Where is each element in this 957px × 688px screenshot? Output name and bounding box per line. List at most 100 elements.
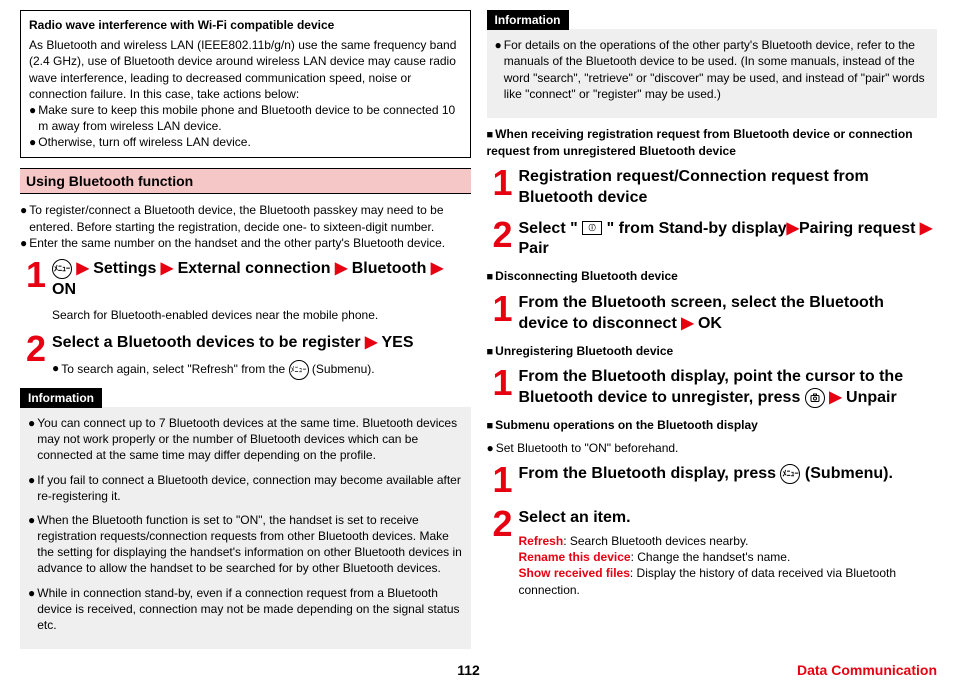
square-icon: ■ [487,271,494,283]
right-step-3-b: OK [698,315,722,332]
step-2-heading: Select a Bluetooth devices to be registe… [52,333,471,354]
square-icon: ■ [487,420,494,432]
menu-icon: ﾒﾆｭｰ [289,360,309,380]
right-step-1-heading: Registration request/Connection request … [519,167,938,209]
step-1-part-d: ON [52,281,76,298]
bullet-dot-icon: ● [487,440,494,456]
step-1-part-b: External connection [178,260,331,277]
subheading-disconnecting: ■Disconnecting Bluetooth device [487,268,938,285]
arrow-icon: ▶ [920,220,932,237]
step-number-2: 2 [487,217,519,261]
right-step-3: 1 From the Bluetooth screen, select the … [487,291,938,335]
bullet-dot-icon: ● [20,202,27,234]
bullet-dot-icon: ● [28,472,35,504]
info-item-3-text: When the Bluetooth function is set to "O… [37,512,462,577]
subheading-unregistering: ■Unregistering Bluetooth device [487,343,938,360]
info-item-1: ● You can connect up to 7 Bluetooth devi… [28,415,463,464]
right-step-6-heading: Select an item. [519,508,938,529]
option-show-files-label: Show received files [519,566,630,580]
right-step-5-heading: From the Bluetooth display, press ﾒﾆｭｰ (… [519,464,938,485]
info-item-3: ● When the Bluetooth function is set to … [28,512,463,577]
information-tab: Information [20,388,102,408]
info-item-2: ● If you fail to connect a Bluetooth dev… [28,472,463,504]
bullet-dot-icon: ● [28,585,35,634]
subheading-1-text: When receiving registration request from… [487,127,913,158]
warning-bullet-1: ● Make sure to keep this mobile phone an… [29,102,462,134]
bullet-dot-icon: ● [495,37,502,102]
subheading-2-text: Disconnecting Bluetooth device [495,269,678,283]
right-step-3-heading: From the Bluetooth screen, select the Bl… [519,293,938,335]
standby-icon: ⓘ [582,221,602,235]
intro-bullet-1-text: To register/connect a Bluetooth device, … [29,202,470,234]
info-item-4-text: While in connection stand-by, even if a … [37,585,462,634]
arrow-icon: ▶ [681,315,693,332]
square-icon: ■ [487,129,494,141]
option-refresh-text: : Search Bluetooth devices nearby. [563,534,748,548]
arrow-icon: ▶ [161,260,173,277]
arrow-icon: ▶ [431,260,443,277]
step-2-note-tail: (Submenu). [312,362,375,376]
bullet-dot-icon: ● [28,415,35,464]
intro-bullet-2: ● Enter the same number on the handset a… [20,235,471,251]
step-1-heading: ﾒﾆｭｰ ▶ Settings ▶ External connection ▶ … [52,259,471,301]
right-step-2-pre: Select " [519,220,578,237]
info-right-text: For details on the operations of the oth… [504,37,929,102]
right-step-5-a: From the Bluetooth display, press [519,466,777,483]
option-rename-label: Rename this device [519,550,631,564]
bullet-dot-icon: ● [29,102,36,134]
right-step-2-heading: Select " ⓘ " from Stand-by display▶Pairi… [519,219,938,261]
page-footer: 112 Data Communication [0,661,957,680]
step-number-1: 1 [487,462,519,498]
square-icon: ■ [487,346,494,358]
info-item-1-text: You can connect up to 7 Bluetooth device… [37,415,462,464]
arrow-icon: ▶ [335,260,347,277]
subheading-receiving-request: ■When receiving registration request fro… [487,126,938,159]
warning-bullet-1-text: Make sure to keep this mobile phone and … [38,102,461,134]
info-right-item: ● For details on the operations of the o… [495,37,930,102]
intro-bullet-2-text: Enter the same number on the handset and… [29,235,470,251]
option-refresh: Refresh: Search Bluetooth devices nearby… [519,533,938,549]
bullet-dot-icon: ● [28,512,35,577]
arrow-icon: ▶ [829,389,841,406]
menu-icon: ﾒﾆｭｰ [780,464,800,484]
warning-bullet-2: ● Otherwise, turn off wireless LAN devic… [29,134,462,150]
right-step-2-mid: " from Stand-by display [607,220,787,237]
right-step-4-b: Unpair [846,389,897,406]
info-item-2-text: If you fail to connect a Bluetooth devic… [37,472,462,504]
subheading-submenu-ops: ■Submenu operations on the Bluetooth dis… [487,417,938,434]
step-number-1: 1 [20,257,52,323]
camera-tv-icon [805,388,825,408]
step-2-note-text: To search again, select "Refresh" from t… [61,362,285,376]
info-item-4: ● While in connection stand-by, even if … [28,585,463,634]
right-column: Information ● For details on the operati… [479,10,946,688]
left-column: Radio wave interference with Wi-Fi compa… [12,10,479,688]
submenu-precondition-text: Set Bluetooth to "ON" beforehand. [496,440,937,456]
step-1-part-a: Settings [93,260,156,277]
right-step-4-heading: From the Bluetooth display, point the cu… [519,367,938,409]
step-1-part-c: Bluetooth [352,260,427,277]
right-step-6: 2 Select an item. Refresh: Search Blueto… [487,506,938,598]
bullet-dot-icon: ● [29,134,36,150]
information-block-right: Information ● For details on the operati… [487,10,938,118]
chapter-title: Data Communication [797,661,937,680]
option-rename: Rename this device: Change the handset's… [519,549,938,565]
warning-title: Radio wave interference with Wi-Fi compa… [29,17,462,33]
bullet-dot-icon: ● [52,360,59,380]
step-number-2: 2 [487,506,519,598]
option-show-files: Show received files: Display the history… [519,565,938,597]
right-step-1: 1 Registration request/Connection reques… [487,165,938,209]
step-1-note: Search for Bluetooth-enabled devices nea… [52,307,471,323]
arrow-icon: ▶ [365,334,377,351]
step-number-1: 1 [487,291,519,335]
bullet-dot-icon: ● [20,235,27,251]
option-refresh-label: Refresh [519,534,564,548]
right-step-2: 2 Select " ⓘ " from Stand-by display▶Pai… [487,217,938,261]
step-2: 2 Select a Bluetooth devices to be regis… [20,331,471,380]
right-step-4: 1 From the Bluetooth display, point the … [487,365,938,409]
intro-bullet-1: ● To register/connect a Bluetooth device… [20,202,471,234]
section-heading: Using Bluetooth function [20,168,471,195]
submenu-precondition: ● Set Bluetooth to "ON" beforehand. [487,440,938,456]
menu-icon: ﾒﾆｭｰ [52,259,72,279]
right-step-5-b: (Submenu). [805,466,893,483]
warning-paragraph: As Bluetooth and wireless LAN (IEEE802.1… [29,37,462,102]
